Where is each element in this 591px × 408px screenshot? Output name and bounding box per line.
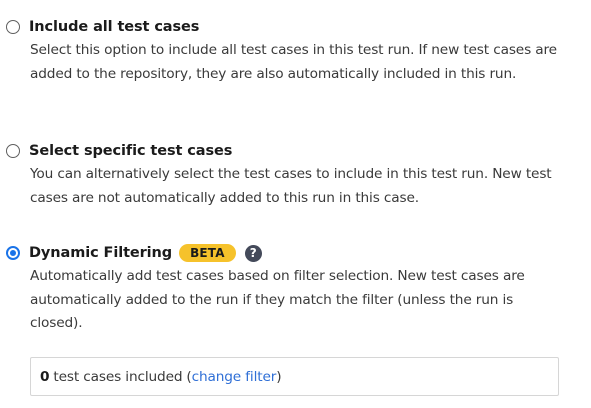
option-include-all[interactable]: Include all test cases Select this optio…	[6, 16, 591, 86]
option-dynamic-filtering-description: Automatically add test cases based on fi…	[30, 268, 525, 331]
test-case-count: 0	[40, 368, 50, 385]
beta-badge: BETA	[179, 244, 236, 262]
radio-dynamic-filtering[interactable]	[6, 246, 20, 260]
option-dynamic-filtering-title[interactable]: Dynamic Filtering	[29, 245, 172, 261]
option-dynamic-filtering[interactable]: Dynamic Filtering BETA ? Automatically a…	[6, 242, 591, 336]
test-case-count-label: test cases included	[53, 368, 183, 385]
change-filter-link[interactable]: change filter	[192, 369, 277, 385]
radio-include-all[interactable]	[6, 20, 20, 34]
option-select-specific-title[interactable]: Select specific test cases	[29, 143, 232, 159]
option-include-all-description: Select this option to include all test c…	[30, 42, 557, 82]
filter-summary-box: 0 test cases included ( change filter )	[30, 357, 559, 396]
option-include-all-title[interactable]: Include all test cases	[29, 19, 199, 35]
help-question-icon[interactable]: ?	[244, 244, 262, 262]
option-select-specific[interactable]: Select specific test cases You can alter…	[6, 140, 591, 210]
close-paren: )	[276, 368, 282, 385]
radio-select-specific[interactable]	[6, 144, 20, 158]
option-select-specific-description: You can alternatively select the test ca…	[30, 166, 552, 206]
